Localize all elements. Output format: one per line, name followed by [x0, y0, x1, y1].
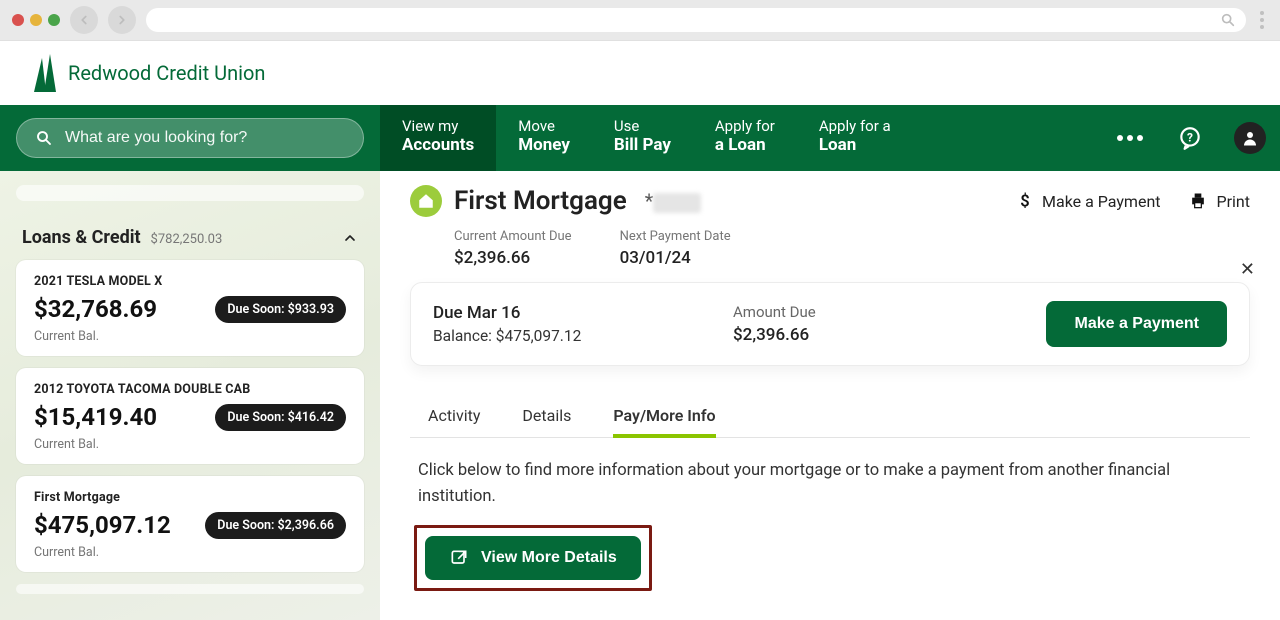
due-balance: Balance: $475,097.12 [433, 327, 703, 345]
search-icon [1220, 12, 1236, 28]
nav-search[interactable] [16, 118, 364, 158]
due-date: Due Mar 16 [433, 303, 703, 323]
nav-item-line2: a Loan [715, 135, 775, 155]
loan-sublabel: Current Bal. [34, 437, 346, 452]
nav-item-line1: Use [614, 117, 671, 135]
sidebar-section-header[interactable]: Loans & Credit $782,250.03 [16, 223, 364, 260]
button-label: View More Details [481, 549, 617, 567]
masked-number [653, 193, 701, 213]
logo-row: Redwood Credit Union [0, 41, 1280, 105]
traffic-lights [12, 14, 60, 26]
loan-sublabel: Current Bal. [34, 545, 346, 560]
nav-item-apply-loan[interactable]: Apply for a Loan [693, 105, 797, 171]
tab-details[interactable]: Details [522, 396, 571, 437]
more-menu[interactable] [1100, 105, 1160, 171]
due-card: ✕ Due Mar 16 Balance: $475,097.12 Amount… [410, 282, 1250, 366]
due-soon-pill: Due Soon: $933.93 [215, 296, 346, 323]
amount-due-label: Amount Due [733, 303, 816, 321]
amount-due-value: $2,396.66 [733, 325, 816, 345]
sidebar-card-peek [16, 584, 364, 594]
account-mask: * [645, 189, 702, 213]
nav-item-line2: Money [518, 135, 570, 155]
logo[interactable]: Redwood Credit Union [28, 54, 265, 92]
forward-button[interactable] [108, 6, 136, 34]
logo-text: Redwood Credit Union [68, 61, 265, 85]
loan-sublabel: Current Bal. [34, 329, 346, 344]
loan-amount: $32,768.69 [34, 295, 157, 323]
account-header: First Mortgage * $ Make a Payment Print [410, 185, 1250, 217]
tab-pay-more-info[interactable]: Pay/More Info [613, 396, 715, 437]
action-label: Make a Payment [1042, 192, 1161, 211]
nav-item-line2: Bill Pay [614, 135, 671, 155]
help-button[interactable]: ? [1160, 105, 1220, 171]
loan-card[interactable]: First Mortgage $475,097.12 Due Soon: $2,… [16, 476, 364, 572]
primary-nav: View my Accounts Move Money Use Bill Pay… [0, 105, 1280, 171]
account-title: First Mortgage [454, 186, 627, 216]
nav-item-move-money[interactable]: Move Money [496, 105, 592, 171]
dollar-icon: $ [1016, 190, 1034, 212]
nav-item-line1: Move [518, 117, 570, 135]
minimize-window-icon[interactable] [30, 14, 42, 26]
kv-value: $2,396.66 [454, 248, 572, 268]
account-tabs: Activity Details Pay/More Info [410, 396, 1250, 438]
chevron-up-icon [342, 230, 358, 246]
action-label: Print [1217, 192, 1250, 211]
nav-item-line1: View my [402, 117, 474, 135]
nav-item-line2: Loan [819, 135, 891, 155]
logo-mark-icon [28, 54, 58, 92]
print-link[interactable]: Print [1187, 191, 1250, 211]
nav-search-wrap [0, 105, 380, 171]
home-icon [410, 185, 442, 217]
close-window-icon[interactable] [12, 14, 24, 26]
url-bar[interactable] [146, 8, 1246, 32]
nav-item-line1: Apply for a [819, 117, 891, 135]
profile-button[interactable] [1220, 105, 1280, 171]
avatar-icon [1234, 122, 1266, 154]
browser-menu-icon[interactable] [1256, 11, 1268, 29]
due-soon-pill: Due Soon: $416.42 [215, 404, 346, 431]
highlight-box: View More Details [414, 525, 652, 591]
make-payment-link[interactable]: $ Make a Payment [1016, 190, 1161, 212]
maximize-window-icon[interactable] [48, 14, 60, 26]
kv-label: Current Amount Due [454, 229, 572, 244]
browser-chrome [0, 0, 1280, 41]
nav-item-line1: Apply for [715, 117, 775, 135]
svg-text:?: ? [1187, 130, 1193, 144]
help-chat-icon: ? [1177, 125, 1203, 151]
loan-card[interactable]: 2012 TOYOTA TACOMA DOUBLE CAB $15,419.40… [16, 368, 364, 464]
loan-title: 2021 TESLA MODEL X [34, 274, 346, 289]
loan-title: 2012 TOYOTA TACOMA DOUBLE CAB [34, 382, 346, 397]
kv-label: Next Payment Date [620, 229, 731, 244]
nav-item-apply-loan-2[interactable]: Apply for a Loan [797, 105, 913, 171]
make-payment-button[interactable]: Make a Payment [1046, 301, 1227, 347]
close-icon[interactable]: ✕ [1240, 259, 1255, 280]
loan-title: First Mortgage [34, 490, 346, 505]
sidebar-card-peek [16, 185, 364, 201]
section-title: Loans & Credit [22, 227, 141, 248]
loan-amount: $15,419.40 [34, 403, 157, 431]
nav-item-accounts[interactable]: View my Accounts [380, 105, 496, 171]
loan-card[interactable]: 2021 TESLA MODEL X $32,768.69 Due Soon: … [16, 260, 364, 356]
due-soon-pill: Due Soon: $2,396.66 [205, 512, 346, 539]
account-summary-row: Current Amount Due $2,396.66 Next Paymen… [410, 227, 1250, 282]
search-input[interactable] [65, 129, 345, 147]
tab-activity[interactable]: Activity [428, 396, 480, 437]
sidebar: Loans & Credit $782,250.03 2021 TESLA MO… [0, 171, 380, 620]
loan-amount: $475,097.12 [34, 511, 171, 539]
search-icon [35, 129, 53, 147]
svg-text:$: $ [1020, 192, 1029, 211]
external-link-icon [449, 548, 469, 568]
kv-value: 03/01/24 [620, 248, 731, 268]
nav-item-bill-pay[interactable]: Use Bill Pay [592, 105, 693, 171]
back-button[interactable] [70, 6, 98, 34]
view-more-details-button[interactable]: View More Details [425, 536, 641, 580]
ellipsis-icon [1117, 135, 1143, 141]
section-total: $782,250.03 [151, 232, 223, 247]
print-icon [1187, 191, 1209, 211]
pay-info-text: Click below to find more information abo… [418, 458, 1242, 509]
nav-item-line2: Accounts [402, 135, 474, 155]
content: First Mortgage * $ Make a Payment Print … [380, 171, 1280, 620]
